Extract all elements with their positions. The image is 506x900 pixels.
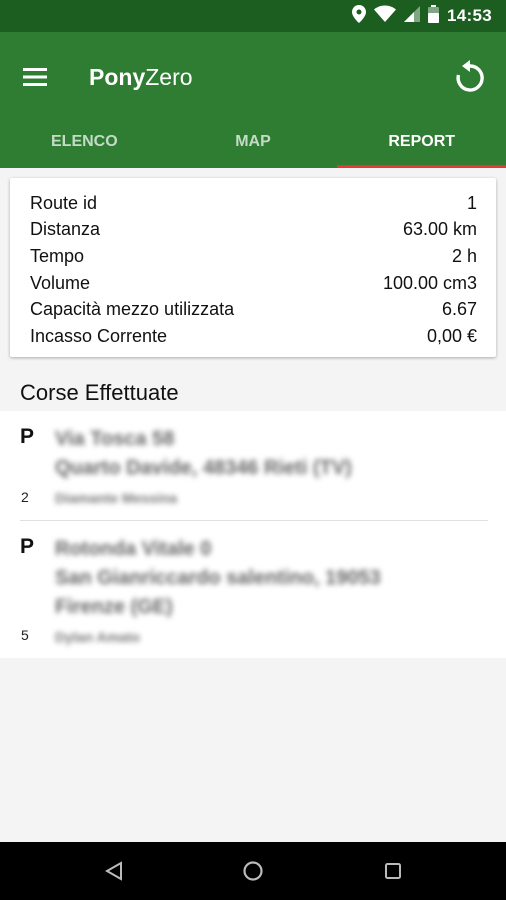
tab-bar: ELENCO MAP REPORT: [0, 116, 506, 168]
report-value: 1: [466, 192, 477, 213]
ride-number: 5: [21, 627, 29, 643]
report-label: Route id: [30, 192, 98, 213]
tab-elenco-label: ELENCO: [51, 133, 118, 150]
report-value: 63.00 km: [402, 219, 477, 240]
ride-address-line: Quarto Davide, 48346 Rieti (TV): [55, 457, 352, 479]
ride-type: P: [20, 425, 35, 448]
home-button[interactable]: [241, 859, 265, 883]
report-value: 0,00 €: [426, 325, 477, 346]
app-bar: PonyZero ELENCO MAP REPORT: [0, 32, 506, 168]
menu-button[interactable]: [20, 62, 50, 92]
report-row-volume: Volume 100.00 cm3: [30, 270, 477, 297]
ride-customer-name: Dylan Amato: [55, 629, 141, 645]
home-icon: [243, 861, 263, 881]
status-time: 14:53: [447, 6, 492, 25]
tab-map-label: MAP: [235, 133, 271, 150]
report-label: Capacità mezzo utilizzata: [30, 299, 235, 320]
report-row-incasso: Incasso Corrente 0,00 €: [30, 323, 477, 350]
refresh-icon: [456, 60, 484, 92]
report-row-distanza: Distanza 63.00 km: [30, 217, 477, 244]
report-label: Volume: [30, 272, 91, 293]
refresh-button[interactable]: [452, 58, 488, 94]
recents-icon: [385, 863, 401, 879]
report-row-tempo: Tempo 2 h: [30, 243, 477, 270]
ride-details: Via Tosca 58 Quarto Davide, 48346 Rieti …: [55, 411, 488, 508]
report-row-route-id: Route id 1: [30, 190, 477, 217]
tab-elenco[interactable]: ELENCO: [0, 116, 169, 168]
ride-type: P: [20, 535, 35, 558]
report-label: Incasso Corrente: [30, 325, 168, 346]
report-value: 6.67: [441, 299, 477, 320]
list-item[interactable]: P Via Tosca 58 Quarto Davide, 48346 Riet…: [20, 411, 488, 520]
menu-icon: [23, 68, 47, 86]
system-nav-bar: [0, 842, 506, 900]
ride-address-line: Rotonda Vitale 0: [55, 538, 212, 560]
ride-customer-name: Diamante Messina: [55, 490, 178, 506]
tab-report[interactable]: REPORT: [337, 116, 506, 168]
status-icons: 14:53: [352, 4, 492, 28]
report-row-capacita: Capacità mezzo utilizzata 6.67: [30, 296, 477, 323]
location-icon: [352, 4, 367, 28]
wifi-icon: [374, 5, 397, 27]
app-title-regular: Zero: [145, 64, 193, 90]
report-card: Route id 1 Distanza 63.00 km Tempo 2 h V…: [10, 178, 496, 357]
signal-icon: [404, 5, 421, 27]
ride-address-line: San Gianriccardo salentino, 19053: [55, 567, 381, 589]
ride-number: 2: [21, 489, 29, 505]
tab-map[interactable]: MAP: [169, 116, 338, 168]
app-title: PonyZero: [89, 62, 193, 92]
tab-report-label: REPORT: [388, 133, 456, 150]
recents-button[interactable]: [381, 859, 405, 883]
app-title-bold: Pony: [89, 64, 146, 90]
report-value: 100.00 cm3: [382, 272, 477, 293]
back-icon: [104, 861, 122, 881]
ride-address-line: Via Tosca 58: [55, 428, 175, 450]
battery-icon: [428, 4, 440, 28]
rides-list: P Via Tosca 58 Quarto Davide, 48346 Riet…: [0, 411, 506, 658]
list-item[interactable]: P Rotonda Vitale 0 San Gianriccardo sale…: [20, 520, 488, 658]
report-label: Distanza: [30, 219, 101, 240]
status-bar: 14:53: [0, 0, 506, 32]
ride-details: Rotonda Vitale 0 San Gianriccardo salent…: [55, 521, 488, 647]
back-button[interactable]: [102, 859, 126, 883]
report-label: Tempo: [30, 245, 85, 266]
section-title: Corse Effettuate: [20, 380, 179, 405]
ride-address-line: Firenze (GE): [55, 596, 173, 618]
report-value: 2 h: [451, 245, 477, 266]
